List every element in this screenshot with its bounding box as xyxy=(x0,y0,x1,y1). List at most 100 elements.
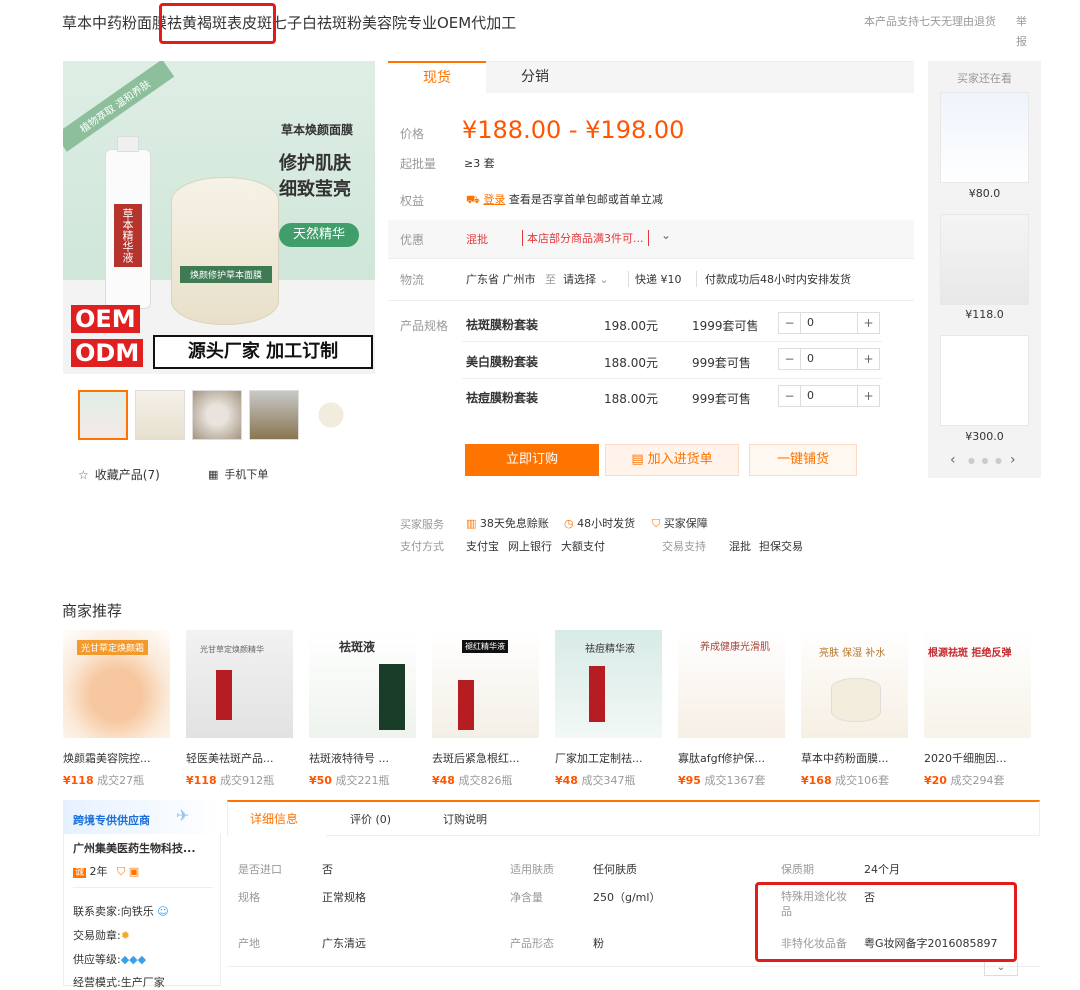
tab-distribution[interactable]: 分销 xyxy=(486,61,584,93)
trade-mixed: 混批 xyxy=(729,540,751,553)
minus-button[interactable]: − xyxy=(779,313,801,333)
next-arrow-icon[interactable]: › xyxy=(1010,452,1016,468)
serum-bottle: 草本精华液 xyxy=(105,136,151,309)
chat-icon[interactable]: ☺ xyxy=(157,905,168,918)
report-link[interactable]: 举报 xyxy=(1016,12,1030,52)
side-product-image[interactable] xyxy=(940,92,1029,183)
moq-value: ≥3 套 xyxy=(464,157,495,170)
quantity-input[interactable]: 0 xyxy=(807,316,814,329)
thumbnail-5[interactable] xyxy=(306,390,356,440)
rec-product-image[interactable]: 养成健康光滑肌 xyxy=(678,630,785,738)
trade-escrow: 担保交易 xyxy=(759,540,803,553)
sku-price: 188.00元 xyxy=(604,356,658,370)
rec-product-name[interactable]: 草本中药粉面膜... xyxy=(801,750,911,766)
rec-product-price: ¥50 成交221瓶 xyxy=(309,774,390,787)
plus-button[interactable]: + xyxy=(857,349,879,369)
rec-product-image[interactable]: 光甘草定焕颜霜 xyxy=(63,630,170,738)
side-product-image[interactable] xyxy=(940,214,1029,305)
rec-product-name[interactable]: 2020千细胞因... xyxy=(924,750,1034,766)
sku-name: 祛痘膜粉套装 xyxy=(466,391,539,405)
rec-product-price: ¥118 成交27瓶 xyxy=(63,774,145,787)
thumbnail-1[interactable] xyxy=(78,390,128,440)
tab-reviews[interactable]: 评价 (0) xyxy=(350,811,391,827)
attr-label: 是否进口 xyxy=(238,863,282,876)
one-click-distribute-button[interactable]: 一键铺货 xyxy=(749,444,857,476)
sku-stock: 1999套可售 xyxy=(692,319,759,333)
rec-product-name[interactable]: 厂家加工定制祛... xyxy=(555,750,665,766)
sku-divider xyxy=(462,341,882,342)
thumbnail-4[interactable] xyxy=(249,390,299,440)
attr-label: 净含量 xyxy=(510,891,543,904)
prev-arrow-icon[interactable]: ‹ xyxy=(950,452,956,468)
clock-icon: ◷ xyxy=(564,517,574,530)
divider-logistics xyxy=(388,258,914,259)
attributes-highlight-box xyxy=(755,882,1017,962)
cross-border-badge: 跨境专供供应商 xyxy=(73,814,150,827)
quantity-stepper[interactable]: −0 + xyxy=(778,348,880,370)
tab-order-notes[interactable]: 订购说明 xyxy=(443,811,487,827)
main-product-image[interactable]: 植物萃取 温和养肤 草本焕颜面膜 修护肌肤 细致莹亮 天然精华 草本精华液 焕颜… xyxy=(63,61,375,374)
login-link[interactable]: 登录 xyxy=(483,193,505,206)
trade-support-label: 交易支持 xyxy=(662,540,706,553)
quantity-stepper[interactable]: −0 + xyxy=(778,312,880,334)
quantity-stepper[interactable]: −0 + xyxy=(778,385,880,407)
mobile-order-button[interactable]: ▦ 手机下单 xyxy=(208,466,268,482)
bottle-label: 草本精华液 xyxy=(114,204,142,267)
medal-row: 交易勋章:✹ xyxy=(73,929,130,942)
moq-label: 起批量 xyxy=(400,157,437,171)
sku-price: 198.00元 xyxy=(604,319,658,333)
title-highlight-box xyxy=(159,3,276,44)
favorite-button[interactable]: ☆ 收藏产品(7) xyxy=(78,466,160,483)
side-product-image[interactable] xyxy=(940,335,1029,426)
plus-button[interactable]: + xyxy=(857,386,879,406)
tab-details[interactable]: 详细信息 xyxy=(250,810,298,827)
side-product-price: ¥300.0 xyxy=(965,430,1004,443)
add-to-cart-button[interactable]: ▤ 加入进货单 xyxy=(605,444,739,476)
odm-text: ODM xyxy=(71,339,144,367)
tab-spot[interactable]: 现货 xyxy=(388,61,486,93)
price-label: 价格 xyxy=(400,127,425,141)
rec-product-name[interactable]: 轻医美祛斑产品... xyxy=(186,750,296,766)
destination-select[interactable]: 请选择 ⌄ xyxy=(563,271,609,287)
contact-link[interactable]: 向铁乐 xyxy=(121,905,154,918)
rec-product-price: ¥20 成交294套 xyxy=(924,774,1005,787)
minus-button[interactable]: − xyxy=(779,386,801,406)
service-interest-free: ▥ 38天免息赊账 xyxy=(466,517,549,530)
sun-medal-icon: ✹ xyxy=(120,929,130,942)
attr-value: 否 xyxy=(322,863,333,876)
thumbnail-2[interactable] xyxy=(135,390,185,440)
rec-product-image[interactable]: 光甘草定焕颜精华 xyxy=(186,630,293,738)
quantity-input[interactable]: 0 xyxy=(807,352,814,365)
expand-icon[interactable]: ⌄ xyxy=(984,962,1018,976)
rec-product-name[interactable]: 祛斑液特待号 ... xyxy=(309,750,419,766)
rec-product-price: ¥95 成交1367套 xyxy=(678,774,766,787)
rec-product-image[interactable]: 亮肤 保湿 补水 xyxy=(801,630,908,738)
rec-product-name[interactable]: 焕颜霜美容院控... xyxy=(63,750,173,766)
carousel-dots: ● ● ● xyxy=(968,456,1005,465)
plus-button[interactable]: + xyxy=(857,313,879,333)
rec-product-image[interactable]: 根源祛斑 拒绝反弹 xyxy=(924,630,1031,738)
rec-product-image[interactable]: 祛痘精华液 xyxy=(555,630,662,738)
quantity-input[interactable]: 0 xyxy=(807,389,814,402)
spec-label: 产品规格 xyxy=(400,319,449,333)
ship-to-label: 至 xyxy=(545,273,556,286)
divider-spec xyxy=(388,300,914,301)
discount-text[interactable]: 本店部分商品满3件可... xyxy=(522,230,649,246)
page-title: 草本中药粉面膜祛黄褐斑表皮斑七子白祛斑粉美容院专业OEM代加工 xyxy=(62,14,517,32)
rec-product-name[interactable]: 寡肽afgf修护保... xyxy=(678,750,788,766)
supplier-name[interactable]: 广州集美医药生物科技... xyxy=(73,840,213,856)
rec-product-price: ¥168 成交106套 xyxy=(801,774,890,787)
order-now-button[interactable]: 立即订购 xyxy=(465,444,599,476)
rec-product-name[interactable]: 去斑后紧急根红... xyxy=(432,750,542,766)
minus-button[interactable]: − xyxy=(779,349,801,369)
sku-name: 美白膜粉套装 xyxy=(466,355,539,369)
attr-value: 任何肤质 xyxy=(593,863,637,876)
chevron-down-icon[interactable]: ⌄ xyxy=(661,228,671,242)
return-policy: 本产品支持七天无理由退货 xyxy=(864,15,996,28)
thumbnail-3[interactable] xyxy=(192,390,242,440)
rec-product-price: ¥48 成交826瓶 xyxy=(432,774,513,787)
attr-value: 广东清远 xyxy=(322,937,366,950)
sku-stock: 999套可售 xyxy=(692,356,751,370)
rec-product-image[interactable]: 褪红精华液 xyxy=(432,630,539,738)
rec-product-image[interactable]: 祛斑液 xyxy=(309,630,416,738)
